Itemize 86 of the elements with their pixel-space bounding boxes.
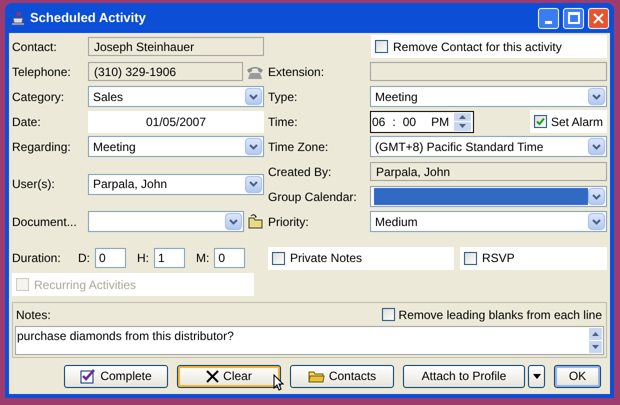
dropdown-arrow-button[interactable] (225, 213, 242, 230)
checkbox[interactable] (534, 115, 547, 128)
field-label: Time: (268, 114, 298, 128)
dropdown-arrow-button[interactable] (245, 138, 262, 155)
chevron-down-icon (249, 94, 258, 100)
triangle-up-icon (592, 332, 599, 336)
window-title: Scheduled Activity (30, 9, 147, 28)
readonly-field: Joseph Steinhauer (88, 37, 264, 56)
field-label: Type: (268, 90, 298, 104)
checkbox[interactable] (272, 252, 285, 264)
chevron-down-icon (592, 194, 601, 200)
checkbox-label: RSVP (482, 250, 515, 267)
folder-icon (308, 370, 325, 382)
close-button[interactable] (588, 8, 609, 28)
maximize-button[interactable] (563, 8, 584, 28)
dropdown-arrow-button[interactable] (588, 138, 605, 155)
checkbox[interactable] (464, 252, 477, 264)
field-label: Notes: (16, 306, 51, 324)
mouse-pointer-icon (273, 374, 284, 390)
chevron-down-icon (229, 218, 238, 224)
dropdown[interactable]: Meeting (88, 136, 264, 157)
triangle-down-icon (592, 345, 599, 349)
checkbox-label: Remove Contact for this activity (393, 38, 562, 56)
ok-button[interactable]: OK (554, 364, 601, 388)
dropdown-arrow-button[interactable] (245, 176, 262, 192)
triangle-up-icon (459, 114, 466, 119)
field-label: Group Calendar: (268, 190, 357, 204)
plain-button[interactable]: Attach to Profile (403, 364, 525, 388)
field-label: Contact: (12, 40, 57, 54)
checkbox-label: Remove leading blanks from each line (398, 306, 602, 324)
field-label: Regarding: (12, 140, 71, 154)
spinner-buttons[interactable] (454, 112, 471, 130)
chevron-down-icon (249, 181, 258, 187)
chevron-down-icon (592, 94, 601, 100)
date-field[interactable]: 01/05/2007 (88, 110, 264, 132)
field-label: User(s): (12, 177, 55, 191)
dropdown[interactable]: Sales (88, 86, 264, 107)
checkbox[interactable] (382, 308, 395, 321)
dropdown-arrow-button[interactable] (245, 88, 262, 105)
field-label: D: (78, 250, 90, 267)
field-label: Date: (12, 114, 41, 128)
field-label: Duration: (12, 250, 62, 267)
field-label: Telephone: (12, 64, 71, 78)
checkbox-label: Set Alarm (550, 114, 603, 130)
chevron-down-icon (592, 144, 601, 150)
time-field[interactable]: 06 : 00 PM (370, 110, 474, 132)
field-label: Priority: (268, 214, 309, 228)
clear-button[interactable]: Clear (177, 364, 281, 388)
field-label: Document... (12, 214, 77, 228)
dropdown-arrow-button[interactable] (588, 213, 605, 230)
triangle-down-icon (459, 124, 466, 128)
number-field[interactable]: 0 (95, 248, 126, 268)
checkbox[interactable] (375, 40, 388, 53)
checkbox-label: Private Notes (290, 250, 362, 267)
folder-icon[interactable] (248, 214, 264, 229)
cup-icon (11, 10, 26, 26)
dropdown[interactable]: Parpala, John (88, 174, 264, 194)
readonly-field: (310) 329-1906 (88, 62, 243, 81)
field-label: Time Zone: (268, 140, 328, 154)
close-icon (593, 12, 604, 24)
scrollbar[interactable] (588, 327, 603, 354)
dropdown-arrow-button[interactable] (588, 188, 605, 205)
dropdown[interactable]: Meeting (370, 86, 607, 107)
dropdown-arrow-button[interactable] (588, 88, 605, 105)
contacts-button[interactable]: Contacts (290, 364, 394, 388)
dropdown[interactable]: Medium (370, 211, 607, 232)
complete-button[interactable]: Complete (64, 364, 168, 388)
field-label: Created By: (268, 164, 332, 178)
checked-box-icon (80, 368, 96, 384)
dropdown-arrow-button[interactable] (528, 364, 545, 388)
field-label: H: (137, 250, 149, 267)
field-label: Category: (12, 90, 64, 104)
number-field[interactable]: 1 (154, 248, 185, 268)
chevron-down-icon (592, 218, 601, 224)
cross-icon (206, 370, 220, 382)
minimize-button[interactable] (538, 8, 559, 28)
field-label: Extension: (268, 64, 324, 78)
checkbox-label: Recurring Activities (34, 276, 136, 294)
field-label: M: (196, 250, 210, 267)
notes-text-area[interactable]: purchase diamonds from this distributor? (15, 326, 604, 355)
dropdown[interactable] (370, 186, 607, 207)
readonly-field: Parpala, John (370, 162, 607, 181)
chevron-down-icon (249, 144, 258, 150)
dropdown[interactable]: (GMT+8) Pacific Standard Time (370, 136, 607, 157)
triangle-down-icon (532, 374, 540, 378)
number-field[interactable]: 0 (214, 248, 246, 268)
